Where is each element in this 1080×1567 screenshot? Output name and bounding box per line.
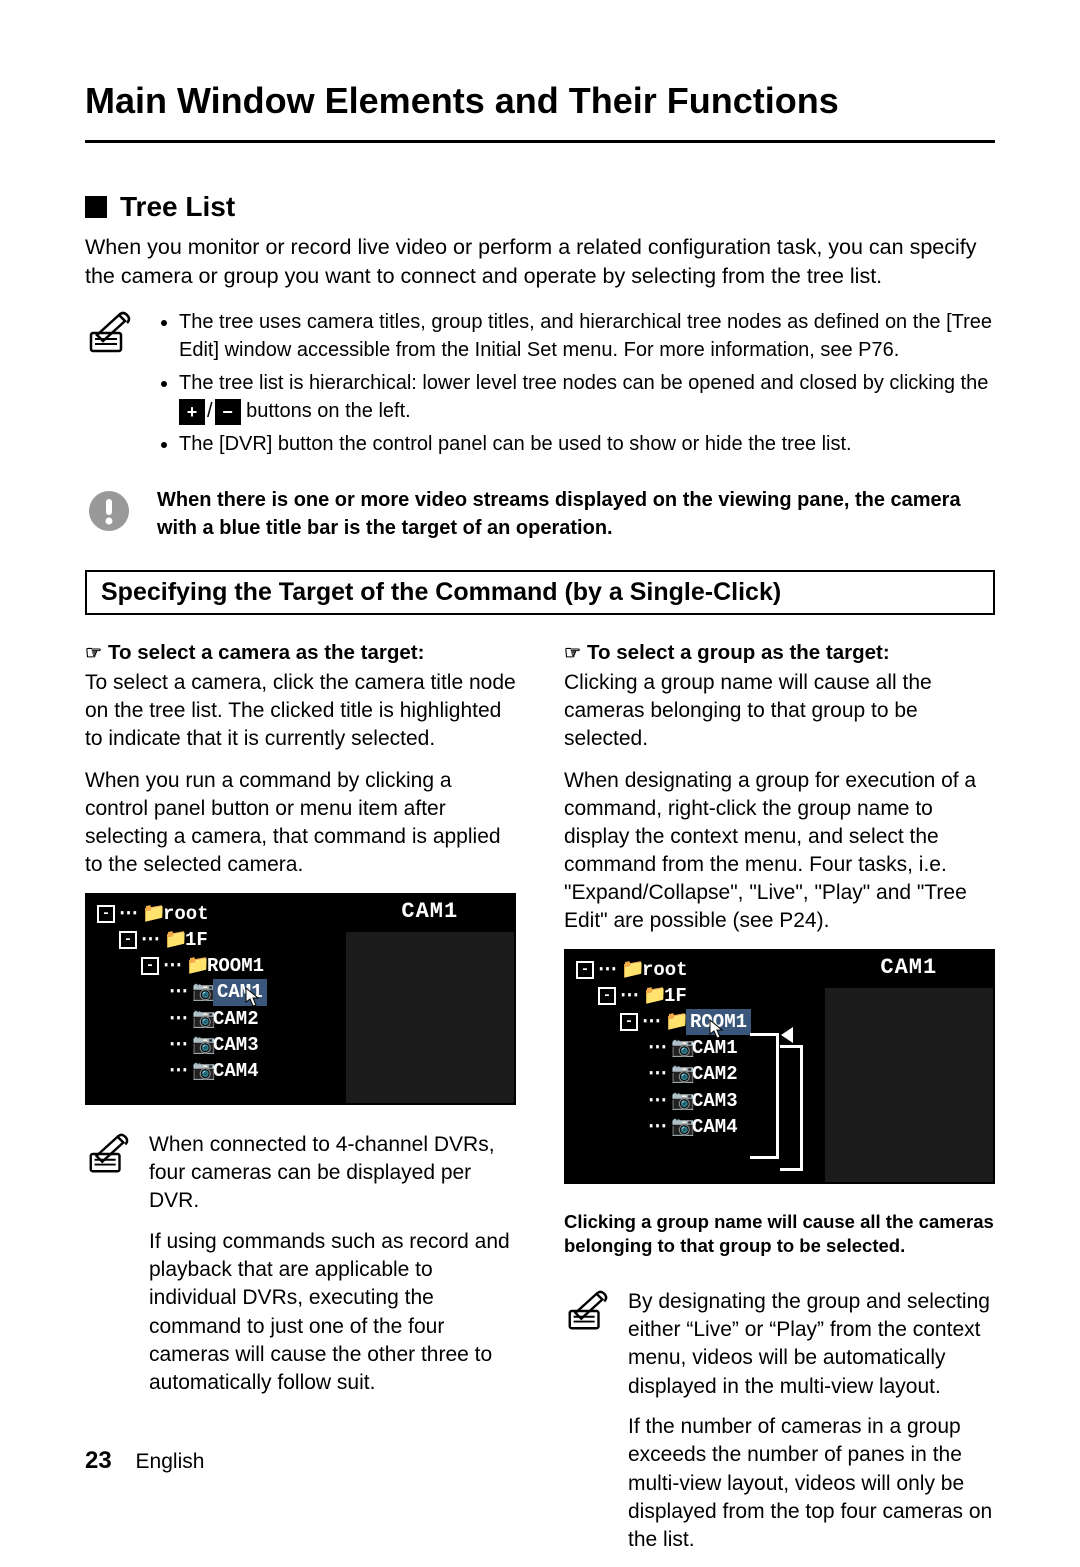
group-arrow-icon <box>781 1027 793 1043</box>
preview-pane-left: CAM1 <box>344 893 516 1105</box>
camera-icon: 📷 <box>192 1058 209 1084</box>
group-bracket-icon <box>750 1033 779 1159</box>
tree-root-label: root <box>163 901 209 927</box>
minus-node-icon: - <box>119 931 137 949</box>
note-bullet-2: The tree list is hierarchical: lower lev… <box>179 370 995 425</box>
pointer-icon: ☞ <box>85 642 102 665</box>
group-bracket2-icon <box>780 1045 803 1171</box>
left-lead: ☞ To select a camera as the target: <box>85 641 516 665</box>
note-bullet-3: The [DVR] button the control panel can b… <box>179 431 995 459</box>
right-caption: Clicking a group name will cause all the… <box>564 1210 995 1258</box>
cursor-icon <box>245 987 259 1007</box>
tree-pane-left: -⋯📁root -⋯📁1F -⋯📁ROOM1 ⋯📷CAM1 ⋯📷CAM2 ⋯📷C… <box>85 893 344 1105</box>
intro-text: When you monitor or record live video or… <box>85 233 995 291</box>
tree-1f-label: 1F <box>185 927 208 953</box>
minus-node-icon: - <box>598 987 616 1005</box>
folder-icon: 📁 <box>643 983 660 1009</box>
preview-body-right <box>825 988 993 1182</box>
note-block: The tree uses camera titles, group title… <box>85 309 995 465</box>
warning-block: When there is one or more video streams … <box>85 487 995 542</box>
section-header: Tree List <box>85 191 995 223</box>
tree-cam2-label: CAM2 <box>213 1006 259 1032</box>
minus-icon: − <box>215 399 241 425</box>
note-bullet-2-pre: The tree list is hierarchical: lower lev… <box>179 372 988 394</box>
page-language: English <box>136 1450 205 1473</box>
right-note-p1: By designating the group and selecting e… <box>628 1288 995 1401</box>
camera-icon: 📷 <box>671 1035 688 1061</box>
warning-icon <box>85 487 133 535</box>
folder-icon: 📁 <box>186 953 203 979</box>
camera-icon: 📷 <box>192 1006 209 1032</box>
folder-icon: 📁 <box>142 901 159 927</box>
left-p2: When you run a command by clicking a con… <box>85 767 516 879</box>
tree-cam4-label-r: CAM4 <box>692 1114 738 1140</box>
page-title: Main Window Elements and Their Functions <box>85 80 995 143</box>
right-p1: Clicking a group name will cause all the… <box>564 669 995 753</box>
page-number: 23 <box>85 1447 112 1474</box>
pencil-note-icon <box>85 1131 131 1410</box>
left-note-p1: When connected to 4-channel DVRs, four c… <box>149 1131 516 1216</box>
camera-icon: 📷 <box>192 1032 209 1058</box>
tree-room-label: ROOM1 <box>207 953 264 979</box>
right-note-p2: If the number of cameras in a group exce… <box>628 1413 995 1555</box>
folder-icon: 📁 <box>621 957 638 983</box>
pencil-note-icon <box>85 309 133 465</box>
tree-cam3-label-r: CAM3 <box>692 1088 738 1114</box>
pencil-note-icon <box>564 1288 610 1567</box>
folder-icon: 📁 <box>665 1009 682 1035</box>
right-small-note: By designating the group and selecting e… <box>564 1288 995 1567</box>
tree-1f-label-r: 1F <box>664 983 687 1009</box>
note-bullet-1: The tree uses camera titles, group title… <box>179 309 995 364</box>
tree-cam4-label: CAM4 <box>213 1058 259 1084</box>
folder-icon: 📁 <box>164 927 181 953</box>
preview-body-left <box>346 932 514 1103</box>
tree-cam1-label-r: CAM1 <box>692 1035 738 1061</box>
right-lead-text: To select a group as the target: <box>587 641 890 665</box>
cursor-icon <box>709 1019 723 1039</box>
left-column: ☞ To select a camera as the target: To s… <box>85 641 516 1566</box>
subheading: Specifying the Target of the Command (by… <box>85 570 995 615</box>
pointer-icon: ☞ <box>564 642 581 665</box>
warning-text: When there is one or more video streams … <box>157 487 995 542</box>
right-p2: When designating a group for execution o… <box>564 767 995 935</box>
preview-pane-right: CAM1 <box>823 949 995 1184</box>
section-title: Tree List <box>120 191 235 223</box>
tree-figure-group-selected: -⋯📁root -⋯📁1F -⋯📁ROOM1 ⋯📷CAM1 ⋯📷CAM2 ⋯📷C… <box>564 949 995 1184</box>
right-lead: ☞ To select a group as the target: <box>564 641 995 665</box>
note-bullet-2-post: buttons on the left. <box>246 400 411 422</box>
expand-collapse-icons: + / − <box>179 398 241 426</box>
minus-node-icon: - <box>620 1013 638 1031</box>
left-small-note: When connected to 4-channel DVRs, four c… <box>85 1131 516 1410</box>
camera-icon: 📷 <box>671 1088 688 1114</box>
preview-title-left: CAM1 <box>344 893 516 930</box>
camera-icon: 📷 <box>671 1114 688 1140</box>
note-list: The tree uses camera titles, group title… <box>157 309 995 465</box>
tree-root-label-r: root <box>642 957 688 983</box>
left-p1: To select a camera, click the camera tit… <box>85 669 516 753</box>
left-note-p2: If using commands such as record and pla… <box>149 1228 516 1398</box>
page-footer: 23 English <box>85 1447 204 1475</box>
right-column: ☞ To select a group as the target: Click… <box>564 641 995 1566</box>
minus-node-icon: - <box>97 905 115 923</box>
camera-icon: 📷 <box>671 1061 688 1087</box>
tree-figure-camera-selected: -⋯📁root -⋯📁1F -⋯📁ROOM1 ⋯📷CAM1 ⋯📷CAM2 ⋯📷C… <box>85 893 516 1105</box>
camera-icon: 📷 <box>192 979 209 1005</box>
preview-title-right: CAM1 <box>823 949 995 986</box>
minus-node-icon: - <box>141 957 159 975</box>
left-lead-text: To select a camera as the target: <box>108 641 424 665</box>
tree-pane-right: -⋯📁root -⋯📁1F -⋯📁ROOM1 ⋯📷CAM1 ⋯📷CAM2 ⋯📷C… <box>564 949 823 1184</box>
section-bullet-icon <box>85 196 107 218</box>
tree-cam3-label: CAM3 <box>213 1032 259 1058</box>
plus-icon: + <box>179 399 205 425</box>
minus-node-icon: - <box>576 961 594 979</box>
tree-cam2-label-r: CAM2 <box>692 1061 738 1087</box>
